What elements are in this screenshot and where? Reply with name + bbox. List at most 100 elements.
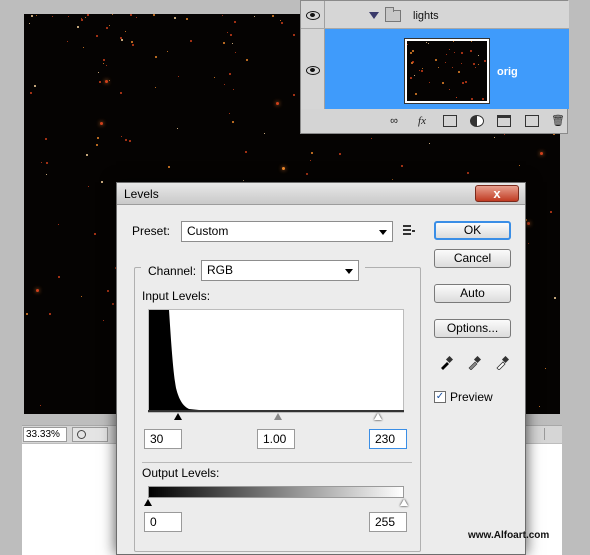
close-button[interactable]: x xyxy=(475,185,519,202)
visibility-column xyxy=(301,29,325,109)
star-particle xyxy=(51,15,53,17)
star-particle xyxy=(371,137,373,139)
star-particle xyxy=(339,152,342,155)
expand-triangle-icon[interactable] xyxy=(369,12,379,19)
star-particle xyxy=(46,161,49,164)
input-black-field[interactable]: 30 xyxy=(144,429,182,449)
star-particle xyxy=(233,21,236,24)
mask-icon[interactable] xyxy=(443,115,457,127)
fx-icon[interactable]: fx xyxy=(415,115,429,127)
star-particle xyxy=(186,18,189,21)
layer-row-orig[interactable]: orig xyxy=(301,29,569,109)
input-gamma-field[interactable]: 1.00 xyxy=(257,429,295,449)
output-white-field[interactable]: 255 xyxy=(369,512,407,532)
star-particle xyxy=(245,150,248,153)
options-button[interactable]: Options... xyxy=(434,319,511,338)
star-particle xyxy=(445,62,447,64)
star-particle xyxy=(448,48,450,50)
gray-eyedropper-icon[interactable] xyxy=(467,356,481,370)
star-particle xyxy=(276,102,280,106)
zoom-level-field[interactable]: 33.33% xyxy=(23,427,67,442)
star-particle xyxy=(221,15,223,17)
folder-icon[interactable] xyxy=(497,115,511,127)
preset-select[interactable]: Custom xyxy=(181,221,393,242)
star-particle xyxy=(232,120,235,123)
star-particle xyxy=(120,39,123,42)
star-particle xyxy=(131,44,134,47)
star-particle xyxy=(311,152,314,155)
adjustment-icon[interactable] xyxy=(470,115,484,127)
trash-icon[interactable]: 🗑 xyxy=(551,115,565,127)
star-particle xyxy=(67,15,69,17)
folder-icon xyxy=(385,7,401,22)
star-particle xyxy=(40,161,42,163)
input-black-handle[interactable] xyxy=(174,413,182,420)
star-particle xyxy=(125,138,128,141)
channel-select[interactable]: RGB xyxy=(201,260,359,281)
star-particle xyxy=(473,63,476,66)
input-gamma-handle[interactable] xyxy=(274,413,282,420)
output-black-handle[interactable] xyxy=(144,499,152,506)
star-particle xyxy=(128,139,131,142)
input-white-handle[interactable] xyxy=(374,413,382,420)
output-black-field[interactable]: 0 xyxy=(144,512,182,532)
auto-button[interactable]: Auto xyxy=(434,284,511,303)
preview-checkbox[interactable]: ✓ xyxy=(434,391,446,403)
star-particle xyxy=(306,172,309,175)
star-particle xyxy=(33,85,36,88)
star-particle xyxy=(94,233,97,236)
star-particle xyxy=(49,312,52,315)
input-slider-track[interactable] xyxy=(148,410,404,412)
star-particle xyxy=(66,41,68,43)
star-particle xyxy=(460,51,463,54)
preset-label: Preset: xyxy=(132,224,171,238)
star-particle xyxy=(412,60,415,63)
output-white-handle[interactable] xyxy=(400,499,408,506)
star-particle xyxy=(458,70,461,73)
star-particle xyxy=(527,243,529,245)
star-particle xyxy=(280,21,283,24)
star-particle xyxy=(131,41,134,44)
star-particle xyxy=(309,159,311,161)
eye-icon[interactable] xyxy=(306,66,320,75)
preset-value: Custom xyxy=(187,224,229,238)
link-icon[interactable]: ∞ xyxy=(387,115,401,127)
star-particle xyxy=(106,290,109,293)
input-white-field[interactable]: 230 xyxy=(369,429,407,449)
preset-options-icon[interactable] xyxy=(403,225,415,235)
star-particle xyxy=(441,81,444,84)
star-particle xyxy=(95,144,98,147)
star-particle xyxy=(246,59,249,62)
star-particle xyxy=(108,25,110,27)
dialog-titlebar[interactable]: Levels x xyxy=(117,183,525,205)
star-particle xyxy=(281,167,285,171)
star-particle xyxy=(539,406,541,408)
star-particle xyxy=(540,152,544,156)
star-particle xyxy=(76,25,79,28)
cancel-button[interactable]: Cancel xyxy=(434,249,511,268)
star-particle xyxy=(454,51,456,53)
star-particle xyxy=(88,185,90,187)
star-particle xyxy=(553,296,556,299)
ok-button[interactable]: OK xyxy=(434,221,511,240)
star-particle xyxy=(544,368,546,370)
star-particle xyxy=(82,47,84,49)
star-particle xyxy=(477,63,479,65)
star-particle xyxy=(471,41,473,43)
star-particle xyxy=(437,67,439,69)
layer-name: orig xyxy=(497,66,518,78)
star-particle xyxy=(464,81,467,84)
star-particle xyxy=(549,211,552,214)
layer-row-lights[interactable]: lights xyxy=(301,1,569,29)
black-eyedropper-icon[interactable] xyxy=(439,356,453,370)
scroll-arrow-icon[interactable] xyxy=(544,428,556,440)
star-particle xyxy=(475,67,477,69)
status-info-button[interactable] xyxy=(72,427,108,442)
star-particle xyxy=(104,80,108,84)
eye-icon[interactable] xyxy=(306,11,320,20)
star-particle xyxy=(470,49,473,52)
watermark: www.Alfoart.com xyxy=(468,530,550,541)
new-layer-icon[interactable] xyxy=(525,115,539,127)
channel-value: RGB xyxy=(207,263,234,277)
white-eyedropper-icon[interactable] xyxy=(495,356,509,370)
